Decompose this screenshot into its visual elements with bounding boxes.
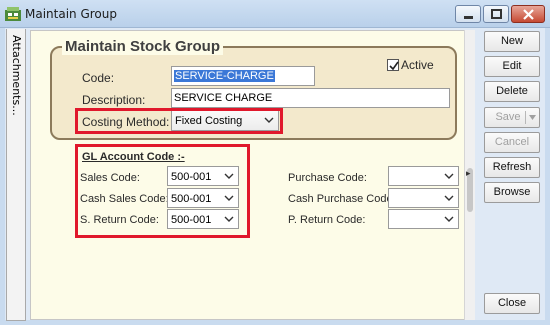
title-bar: Maintain Group (0, 0, 550, 28)
delete-button[interactable]: Delete (484, 81, 540, 102)
browse-button[interactable]: Browse (484, 182, 540, 203)
expand-arrow-icon[interactable]: ▸ (466, 169, 471, 179)
attachments-tab[interactable]: Attachments... (6, 29, 26, 321)
save-button-label: Save (495, 111, 521, 123)
save-divider (525, 111, 526, 124)
close-window-button[interactable] (511, 5, 545, 23)
group-title: Maintain Stock Group (62, 38, 224, 55)
maximize-button[interactable] (483, 5, 509, 23)
chevron-down-icon (444, 195, 454, 201)
close-icon (523, 9, 534, 20)
purchase-code-select[interactable] (388, 166, 459, 186)
description-label: Description: (82, 93, 146, 107)
minimize-icon (464, 16, 473, 19)
attachments-tab-label: Attachments... (10, 35, 23, 116)
p-return-code-select[interactable] (388, 209, 459, 229)
window-title: Maintain Group (25, 7, 117, 21)
gl-account-highlight (75, 144, 250, 238)
chevron-down-icon (444, 173, 454, 179)
code-input[interactable]: SERVICE-CHARGE (171, 66, 315, 86)
description-value: SERVICE CHARGE (174, 92, 273, 104)
app-icon (5, 7, 21, 21)
cancel-button[interactable]: Cancel (484, 132, 540, 153)
cash-purchase-code-label: Cash Purchase Code: (288, 193, 396, 205)
check-icon (389, 61, 399, 71)
maximize-icon (491, 9, 502, 19)
save-button[interactable]: Save (484, 107, 540, 128)
refresh-button[interactable]: Refresh (484, 157, 540, 178)
chevron-down-icon (444, 216, 454, 222)
edit-button[interactable]: Edit (484, 56, 540, 77)
cash-purchase-code-select[interactable] (388, 188, 459, 208)
purchase-code-label: Purchase Code: (288, 172, 367, 184)
p-return-code-label: P. Return Code: (288, 214, 366, 226)
code-value: SERVICE-CHARGE (174, 70, 275, 82)
active-label: Active (401, 58, 434, 72)
new-button[interactable]: New (484, 31, 540, 52)
chevron-down-icon[interactable] (529, 115, 536, 120)
active-checkbox[interactable] (387, 59, 399, 71)
code-label: Code: (82, 71, 115, 85)
minimize-button[interactable] (455, 5, 481, 23)
costing-method-highlight (75, 108, 283, 134)
close-button[interactable]: Close (484, 293, 540, 314)
description-input[interactable]: SERVICE CHARGE (171, 88, 450, 108)
